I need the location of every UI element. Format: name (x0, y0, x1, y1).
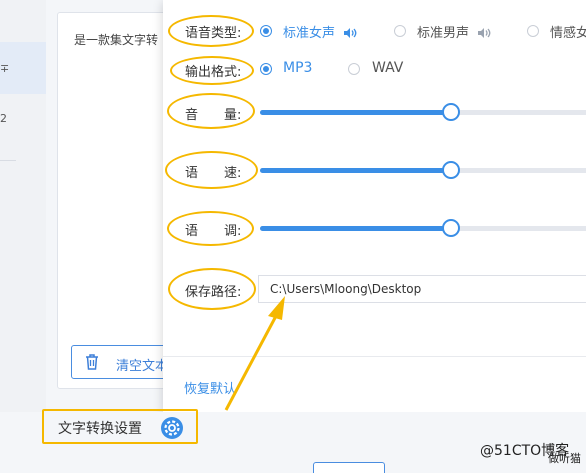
annotation-arrow (224, 296, 285, 411)
watermark-sub: 做听猫 (548, 452, 581, 465)
